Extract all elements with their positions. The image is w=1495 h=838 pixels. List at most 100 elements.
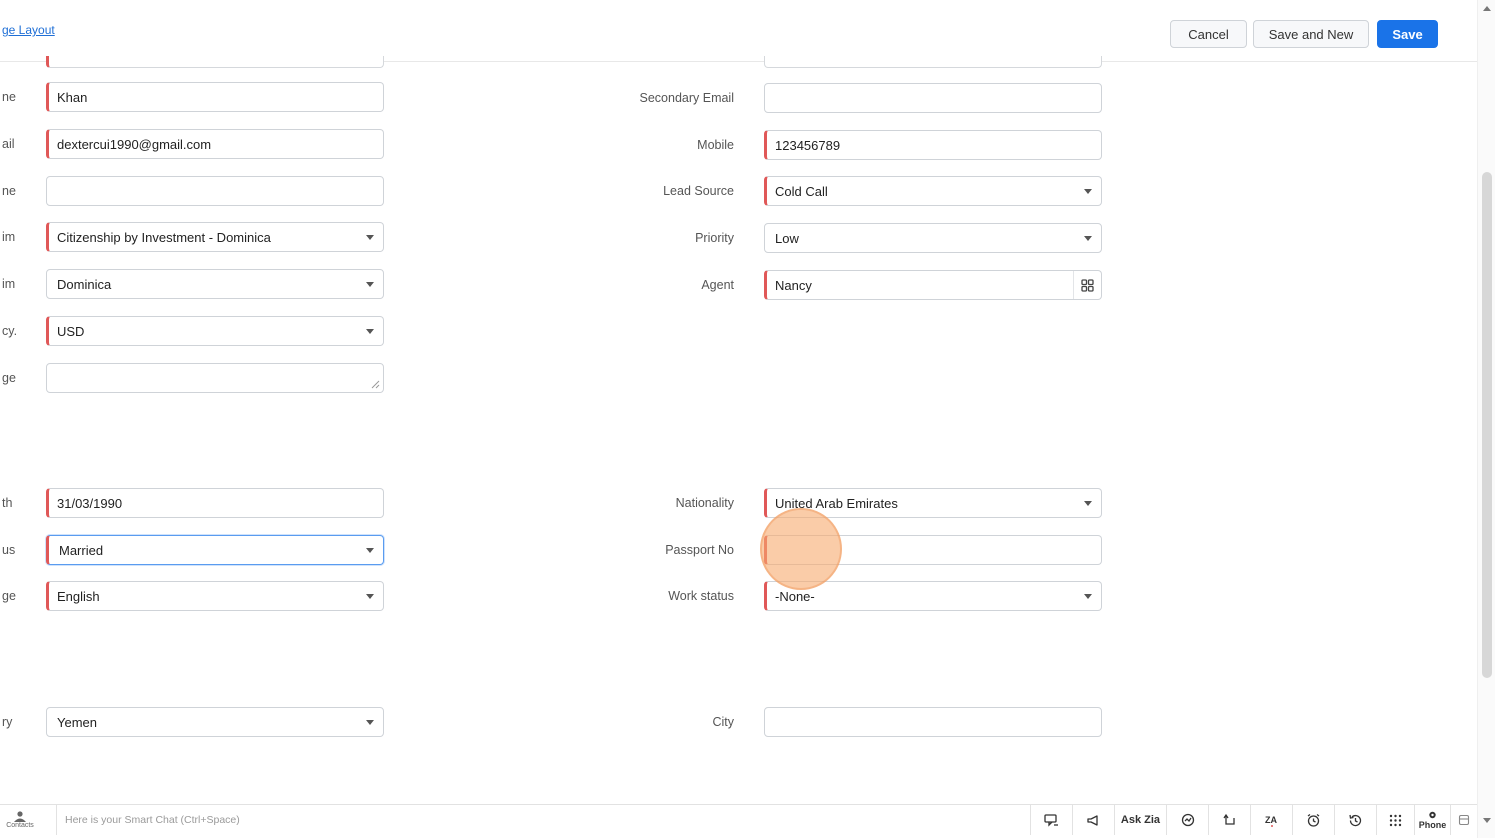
tray-more-button[interactable] [1450, 805, 1477, 835]
tray-activity-button[interactable] [1208, 805, 1250, 835]
message-label: ge [2, 371, 16, 385]
date-of-birth-label: th [2, 496, 13, 510]
history-icon [1349, 814, 1362, 826]
message-textarea[interactable] [46, 363, 384, 393]
page-root: ge Layout Cancel Save and New Save ne Kh… [0, 0, 1495, 838]
date-of-birth-input[interactable]: 31/03/1990 [46, 488, 384, 518]
mobile-value: 123456789 [775, 137, 841, 153]
secondary-email-input[interactable] [764, 83, 1102, 113]
marital-status-label: us [2, 543, 16, 557]
tray-signals-button[interactable] [1166, 805, 1208, 835]
megaphone-icon [1087, 814, 1098, 826]
tray-announcement-button[interactable] [1072, 805, 1114, 835]
phone-label: ne [2, 184, 16, 198]
country-select[interactable]: Yemen [46, 707, 384, 737]
tray-history-button[interactable] [1334, 805, 1376, 835]
program-select[interactable]: Citizenship by Investment - Dominica [46, 222, 384, 252]
panel-icon [1458, 814, 1470, 826]
mobile-input[interactable]: 123456789 [764, 130, 1102, 160]
program-value: Citizenship by Investment - Dominica [57, 229, 271, 245]
agent-label: Agent [701, 278, 734, 292]
bottom-toolbar: Contacts Here is your Smart Chat (Ctrl+S… [0, 804, 1477, 835]
language-label: ge [2, 589, 16, 603]
currency-label: cy. [2, 324, 18, 338]
date-of-birth-value: 31/03/1990 [57, 495, 123, 511]
agent-lookup[interactable]: Nancy [764, 270, 1102, 300]
save-and-new-button[interactable]: Save and New [1253, 20, 1369, 48]
chevron-down-icon [1084, 189, 1092, 194]
language-value: English [57, 588, 100, 604]
country-value: Yemen [57, 714, 97, 730]
nationality-label: Nationality [675, 496, 734, 510]
contacts-button[interactable]: Contacts [0, 805, 40, 835]
lookup-grid-icon[interactable] [1073, 271, 1101, 299]
alarm-clock-icon [1307, 813, 1320, 827]
priority-select[interactable]: Low [764, 223, 1102, 253]
chevron-down-icon [1084, 594, 1092, 599]
city-label: City [712, 715, 734, 729]
chat-bubble-icon [1044, 813, 1058, 827]
svg-text:ZA: ZA [1265, 815, 1277, 825]
tray-reminder-button[interactable] [1292, 805, 1334, 835]
gear-icon [1429, 811, 1436, 819]
click-indicator [760, 508, 842, 590]
chevron-down-icon [366, 235, 374, 240]
contacts-label: Contacts [6, 822, 34, 829]
contacts-icon [14, 811, 26, 822]
signals-icon [1181, 813, 1194, 827]
refresh-arrow-icon [1222, 813, 1235, 825]
secondary-email-label: Secondary Email [639, 91, 735, 105]
form-header: ge Layout Cancel Save and New Save [0, 0, 1477, 62]
chevron-down-icon [366, 329, 374, 334]
passport-no-label: Passport No [665, 543, 734, 557]
zia-translate-icon: ZA [1265, 815, 1277, 827]
apps-grid-icon [1389, 814, 1402, 826]
currency-value: USD [57, 323, 85, 339]
tray-chat-button[interactable] [1030, 805, 1072, 835]
resize-handle-icon[interactable] [371, 380, 380, 389]
chevron-down-icon [366, 594, 374, 599]
country-program-select[interactable]: Dominica [46, 269, 384, 299]
chevron-down-icon [366, 720, 374, 725]
ask-zia-button[interactable]: Ask Zia [1114, 805, 1166, 835]
city-input[interactable] [764, 707, 1102, 737]
chevron-down-icon [1084, 236, 1092, 241]
program-label: im [2, 230, 16, 244]
lead-source-select[interactable]: Cold Call [764, 176, 1102, 206]
email-value: dextercui1990@gmail.com [57, 136, 212, 152]
tray-phone-button[interactable]: Phone [1414, 805, 1450, 835]
country-program-label: im [2, 277, 16, 291]
priority-value: Low [775, 230, 799, 246]
currency-select[interactable]: USD [46, 316, 384, 346]
phone-input[interactable] [46, 176, 384, 206]
email-label: ail [2, 137, 15, 151]
scrolled-field-right[interactable] [764, 56, 1102, 68]
chevron-down-icon [366, 548, 374, 553]
tray-apps-button[interactable] [1376, 805, 1414, 835]
scroll-down-icon[interactable] [1483, 818, 1491, 823]
scroll-thumb[interactable] [1482, 172, 1492, 678]
country-label: ry [2, 715, 13, 729]
vertical-scrollbar[interactable] [1477, 0, 1495, 838]
scroll-up-icon[interactable] [1483, 6, 1491, 11]
email-input[interactable]: dextercui1990@gmail.com [46, 129, 384, 159]
country-program-value: Dominica [57, 276, 112, 292]
last-name-value: Khan [57, 89, 88, 105]
marital-status-select[interactable]: Married [46, 535, 384, 565]
chevron-down-icon [366, 282, 374, 287]
save-button[interactable]: Save [1377, 20, 1438, 48]
priority-label: Priority [695, 231, 734, 245]
last-name-label: ne [2, 90, 16, 104]
tray-zia-button[interactable]: ZA [1250, 805, 1292, 835]
language-select[interactable]: English [46, 581, 384, 611]
work-status-label: Work status [668, 589, 734, 603]
cancel-button[interactable]: Cancel [1170, 20, 1247, 48]
scrolled-field-left[interactable] [46, 56, 384, 68]
marital-status-value: Married [59, 542, 104, 558]
mobile-label: Mobile [697, 138, 734, 152]
phone-label: Phone [1418, 820, 1447, 830]
smart-chat-input[interactable]: Here is your Smart Chat (Ctrl+Space) [56, 805, 656, 835]
last-name-input[interactable]: Khan [46, 82, 384, 112]
work-status-value: -None- [775, 588, 815, 604]
page-layout-link[interactable]: ge Layout [2, 23, 55, 37]
